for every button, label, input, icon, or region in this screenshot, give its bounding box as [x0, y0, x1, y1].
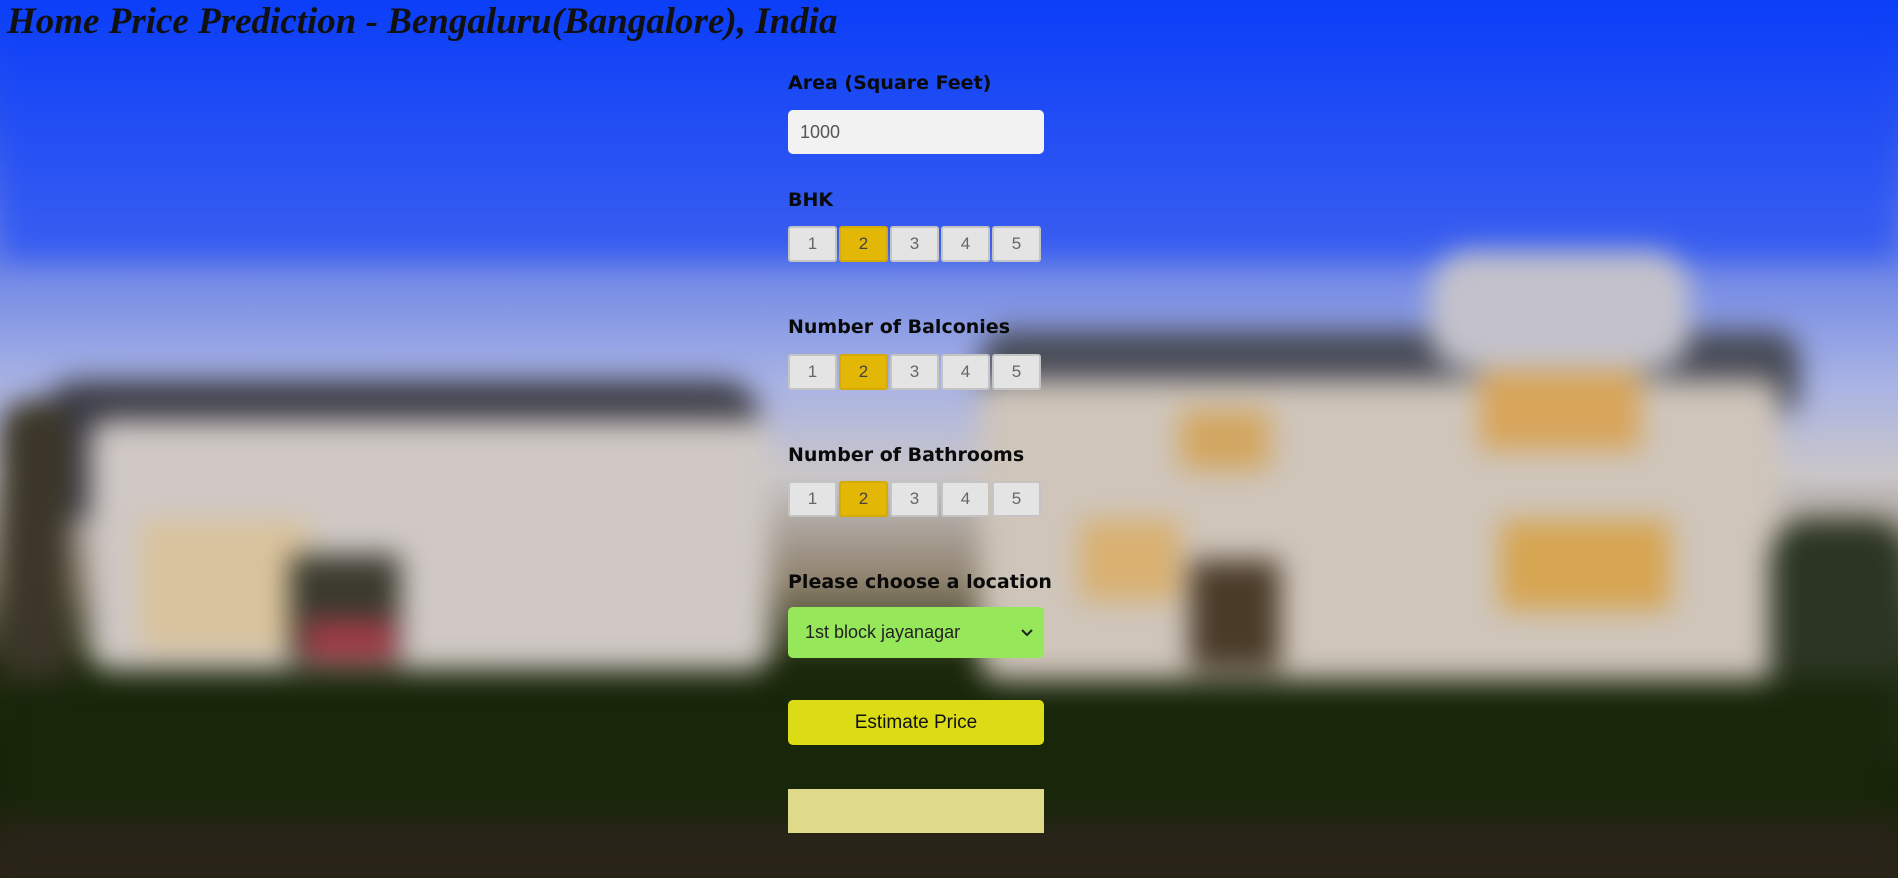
balconies-option-3[interactable]: 3: [890, 354, 939, 390]
balconies-option-4[interactable]: 4: [941, 354, 990, 390]
location-select[interactable]: 1st block jayanagar: [788, 607, 1044, 658]
bathrooms-option-3[interactable]: 3: [890, 481, 939, 517]
estimated-price-result: [788, 789, 1044, 833]
bhk-option-4[interactable]: 4: [941, 226, 990, 262]
location-selected-value: 1st block jayanagar: [805, 622, 961, 642]
balconies-options: 12345: [788, 354, 1043, 390]
balconies-label: Number of Balconies: [788, 316, 1010, 338]
bathrooms-label: Number of Bathrooms: [788, 444, 1025, 466]
bathrooms-option-1[interactable]: 1: [788, 481, 837, 517]
balconies-option-1[interactable]: 1: [788, 354, 837, 390]
bhk-label: BHK: [788, 189, 834, 211]
page-title: Home Price Prediction - Bengaluru(Bangal…: [7, 1, 838, 42]
bhk-options: 12345: [788, 226, 1043, 262]
bathrooms-option-4[interactable]: 4: [941, 481, 990, 517]
bhk-option-3[interactable]: 3: [890, 226, 939, 262]
chevron-down-icon: [1020, 626, 1034, 640]
bhk-option-2[interactable]: 2: [839, 226, 888, 262]
bhk-option-1[interactable]: 1: [788, 226, 837, 262]
balconies-option-5[interactable]: 5: [992, 354, 1041, 390]
balconies-option-2[interactable]: 2: [839, 354, 888, 390]
bathrooms-option-2[interactable]: 2: [839, 481, 888, 517]
area-input[interactable]: [788, 110, 1044, 154]
bhk-option-5[interactable]: 5: [992, 226, 1041, 262]
bathrooms-options: 12345: [788, 481, 1043, 517]
estimate-price-button[interactable]: Estimate Price: [788, 700, 1044, 745]
area-label: Area (Square Feet): [788, 72, 992, 94]
bathrooms-option-5[interactable]: 5: [992, 481, 1041, 517]
location-label: Please choose a location: [788, 571, 1052, 593]
